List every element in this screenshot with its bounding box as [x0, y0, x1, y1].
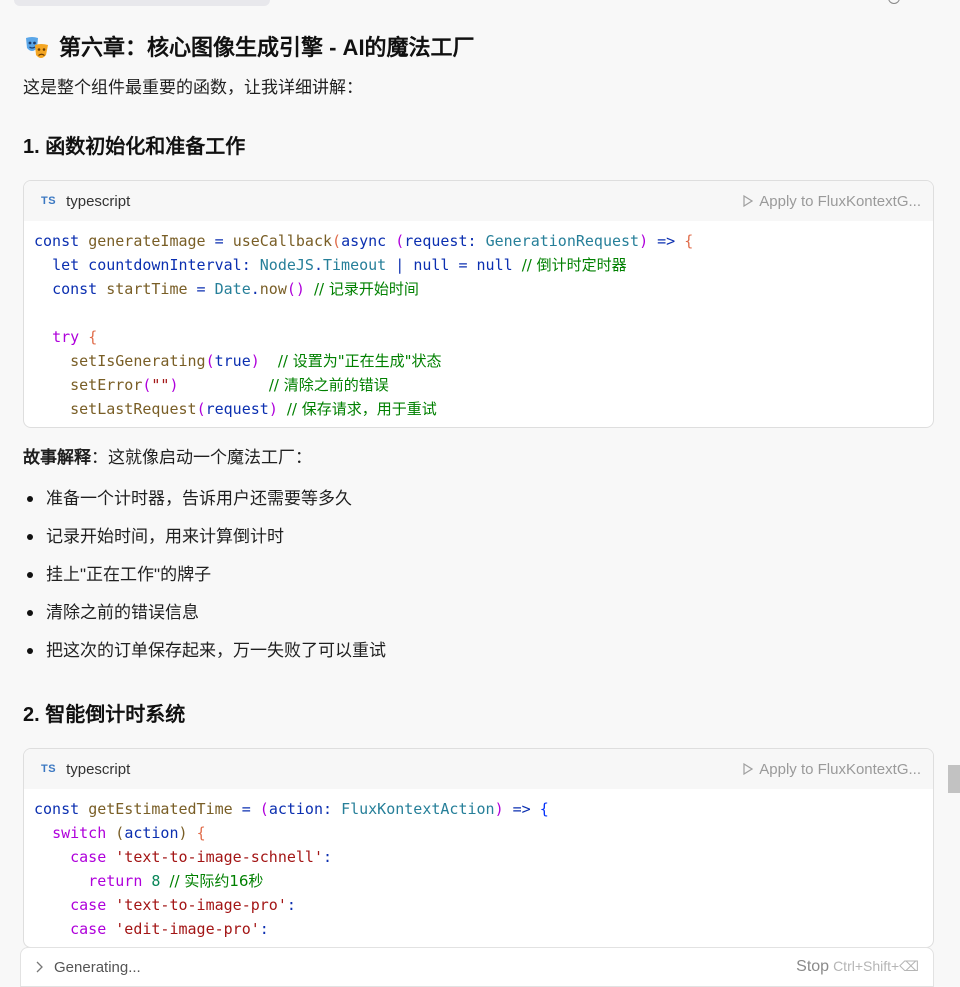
list-item: 挂上"正在工作"的牌子	[23, 556, 934, 594]
story-explanation: 故事解释：这就像启动一个魔法工厂：	[23, 444, 934, 472]
list-item-text: 记录开始时间，用来计算倒计时	[46, 527, 284, 546]
play-icon	[743, 195, 754, 207]
list-item: 把这次的订单保存起来，万一失败了可以重试	[23, 632, 934, 670]
code-content[interactable]: const getEstimatedTime = (action: FluxKo…	[24, 789, 933, 947]
scrollbar-thumb[interactable]	[948, 765, 960, 793]
bullet-icon	[27, 572, 33, 578]
code-comment: // 清除之前的错误	[268, 376, 389, 394]
code-comment: // 实际约16秒	[169, 872, 264, 890]
apply-button[interactable]: Apply to FluxKontextG...	[743, 761, 921, 778]
bullet-icon	[27, 610, 33, 616]
typescript-icon: TS	[41, 195, 57, 207]
list-item: 准备一个计时器，告诉用户还需要等多久	[23, 480, 934, 518]
code-comment: // 记录开始时间	[313, 280, 419, 298]
generation-status-bar: Generating... Stop Ctrl+Shift+⌫	[20, 947, 934, 987]
story-bullet-list: 准备一个计时器，告诉用户还需要等多久 记录开始时间，用来计算倒计时 挂上"正在工…	[23, 480, 934, 670]
intro-text: 这是整个组件最重要的函数，让我详细讲解：	[23, 78, 363, 97]
apply-button[interactable]: Apply to FluxKontextG...	[743, 193, 921, 210]
typescript-icon: TS	[41, 763, 57, 775]
stop-button[interactable]: Stop Ctrl+Shift+⌫	[796, 958, 919, 976]
previous-item-pill	[14, 0, 270, 6]
chapter-title: 第六章：核心图像生成引擎 - AI的魔法工厂	[59, 35, 475, 60]
play-icon	[743, 763, 754, 775]
generating-status: Generating...	[54, 958, 141, 976]
list-item: 记录开始时间，用来计算倒计时	[23, 518, 934, 556]
apply-label: Apply to FluxKontextG...	[759, 192, 921, 210]
section-heading-1: 1. 函数初始化和准备工作	[23, 136, 246, 158]
bullet-icon	[27, 534, 33, 540]
chat-message: 第六章：核心图像生成引擎 - AI的魔法工厂 这是整个组件最重要的函数，让我详细…	[23, 28, 934, 948]
code-header: TS typescript Apply to FluxKontextG...	[24, 181, 933, 221]
apply-label: Apply to FluxKontextG...	[759, 760, 921, 778]
list-item-text: 准备一个计时器，告诉用户还需要等多久	[46, 489, 352, 508]
top-status-icon	[888, 0, 900, 4]
code-comment: // 保存请求，用于重试	[286, 400, 437, 418]
list-item: 清除之前的错误信息	[23, 594, 934, 632]
code-language: typescript	[66, 760, 131, 778]
story-text: ：这就像启动一个魔法工厂：	[91, 448, 312, 467]
chapter-heading: 第六章：核心图像生成引擎 - AI的魔法工厂	[23, 28, 934, 68]
stop-label: Stop	[796, 958, 830, 975]
code-comment: // 倒计时定时器	[521, 256, 627, 274]
code-content[interactable]: const generateImage = useCallback(async …	[24, 221, 933, 427]
code-block-1: TS typescript Apply to FluxKontextG... c…	[23, 180, 934, 428]
code-block-2: TS typescript Apply to FluxKontextG... c…	[23, 748, 934, 948]
chevron-right-icon[interactable]	[35, 961, 44, 973]
bullet-icon	[27, 648, 33, 654]
code-language: typescript	[66, 192, 131, 210]
code-header: TS typescript Apply to FluxKontextG...	[24, 749, 933, 789]
list-item-text: 挂上"正在工作"的牌子	[46, 565, 212, 584]
bullet-icon	[27, 496, 33, 502]
code-comment: // 设置为"正在生成"状态	[277, 352, 442, 370]
story-label: 故事解释	[23, 448, 91, 467]
section-heading-2: 2. 智能倒计时系统	[23, 704, 186, 726]
performing-arts-icon	[26, 37, 48, 58]
list-item-text: 清除之前的错误信息	[46, 603, 199, 622]
stop-shortcut: Ctrl+Shift+⌫	[833, 958, 919, 974]
list-item-text: 把这次的订单保存起来，万一失败了可以重试	[46, 641, 386, 660]
